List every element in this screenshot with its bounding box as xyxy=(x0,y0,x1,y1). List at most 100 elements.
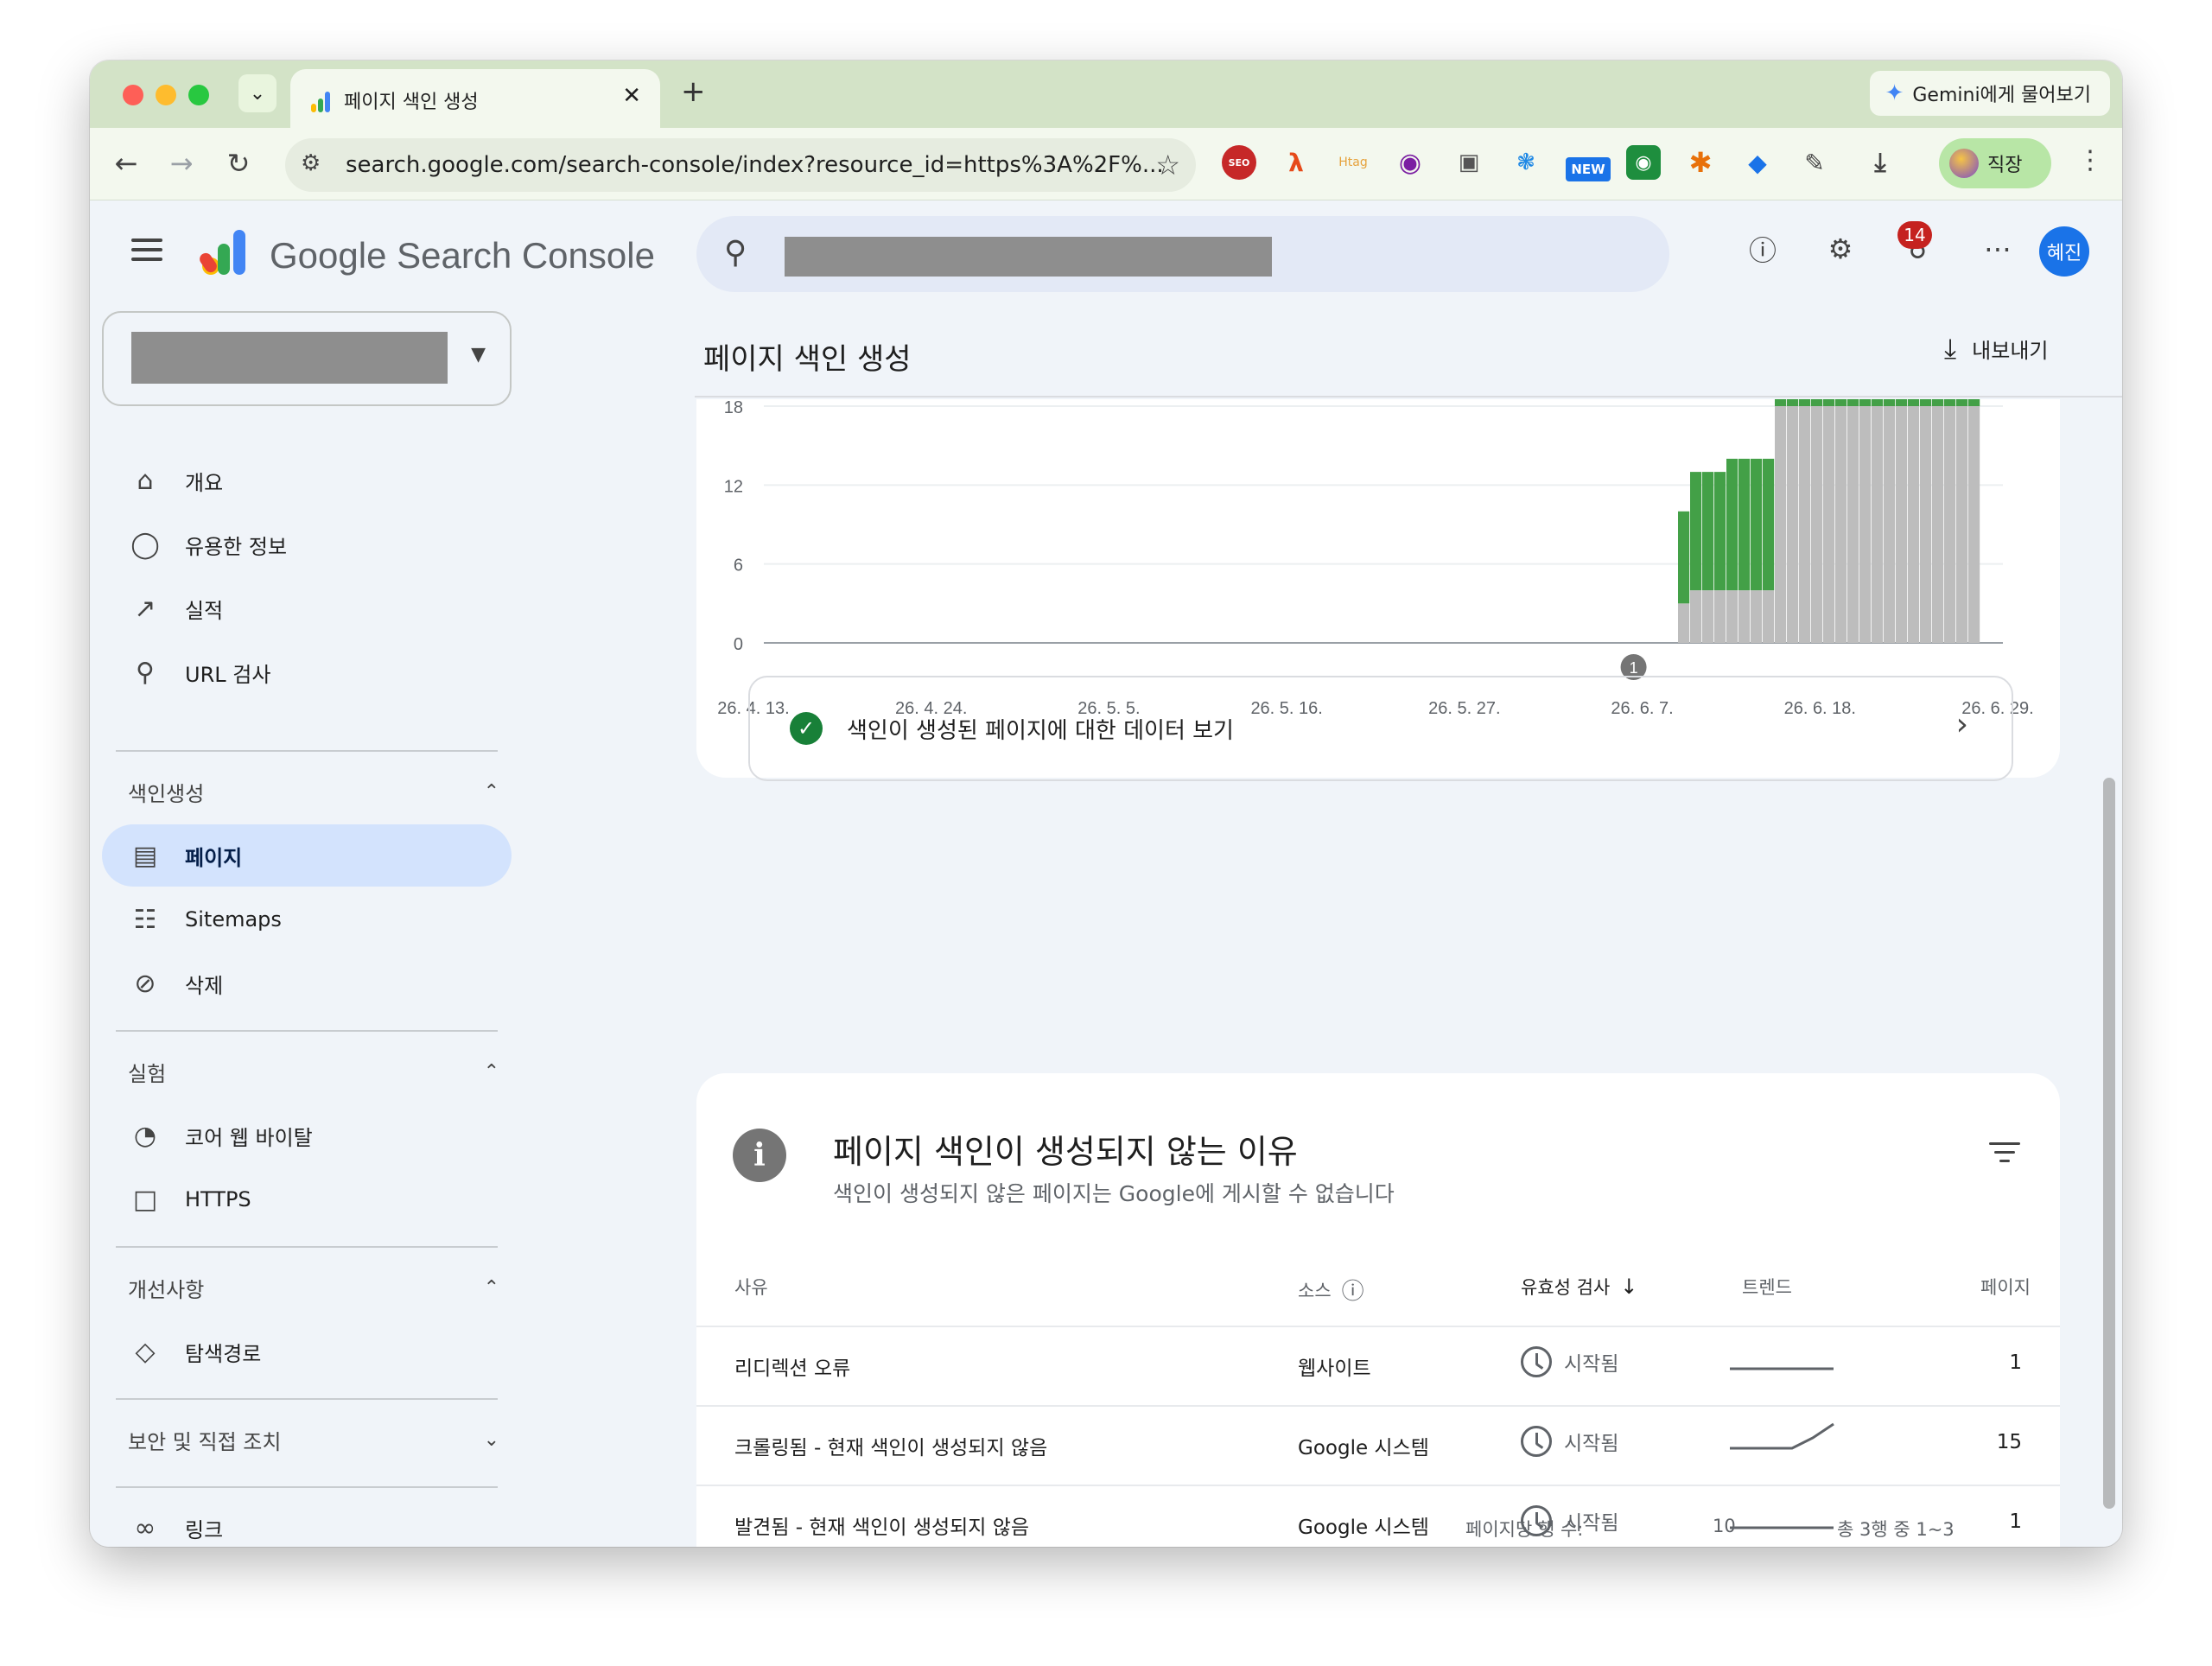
bookmark-star-icon[interactable]: ☆ xyxy=(1155,149,1180,181)
search-icon: ⚲ xyxy=(724,235,747,270)
htag-extension-icon[interactable]: Htag xyxy=(1336,145,1370,180)
bar-not-indexed xyxy=(1896,406,1908,643)
main-menu-icon[interactable] xyxy=(131,238,162,267)
minimize-window-button[interactable] xyxy=(156,85,176,105)
back-arrow-icon[interactable]: ← xyxy=(109,147,143,180)
tab-search-button[interactable]: ⌄ xyxy=(238,74,276,112)
lightbulb-icon: ◯ xyxy=(130,529,160,560)
table-row[interactable]: 크롤링됨 - 현재 색인이 생성되지 않음 Google 시스템 시작됨 15 xyxy=(696,1405,2060,1485)
bar-indexed xyxy=(1690,472,1702,591)
column-header-pages[interactable]: 페이지 xyxy=(1980,1274,2031,1300)
sidebar-item-overview[interactable]: ⌂ 개요 xyxy=(102,449,512,512)
url-text: search.google.com/search-console/index?r… xyxy=(346,152,1164,178)
site-info-icon[interactable]: ⚙ xyxy=(301,150,321,176)
table-row[interactable]: 리디렉션 오류 웹사이트 시작됨 1 xyxy=(696,1326,2060,1405)
document-icon: ▤ xyxy=(132,840,158,871)
help-circle-icon[interactable]: ⓘ xyxy=(1342,1274,1364,1306)
profile-button[interactable]: 직장 xyxy=(1939,138,2051,188)
screenshot-extension-icon[interactable]: ▣ xyxy=(1452,145,1486,180)
maximize-window-button[interactable] xyxy=(188,85,209,105)
inspect-url-search[interactable]: ⚲ xyxy=(696,216,1669,292)
extension-icon[interactable]: λ xyxy=(1279,145,1313,180)
bar-indexed xyxy=(1859,399,1872,406)
sidebar-item-sitemaps[interactable]: ☷ Sitemaps xyxy=(102,888,512,951)
y-tick-label: 6 xyxy=(734,556,743,575)
sidebar-item-performance[interactable]: ↗ 실적 xyxy=(102,577,512,639)
help-icon[interactable]: ⓘ xyxy=(1744,230,1782,268)
browser-toolbar: ← → ↻ ⚙ search.google.com/search-console… xyxy=(90,128,2122,200)
reasons-subtitle: 색인이 생성되지 않은 페이지는 Google에 게시할 수 없습니다 xyxy=(833,1181,1395,1206)
reason-cell: 발견됨 - 현재 색인이 생성되지 않음 xyxy=(734,1517,1030,1539)
property-selector[interactable]: ▼ xyxy=(102,311,512,406)
trend-sparkline xyxy=(1730,1422,1834,1450)
new-tab-button[interactable]: + xyxy=(681,74,706,109)
section-enhancements[interactable]: 개선사항 ⌃ xyxy=(128,1262,499,1313)
bar-indexed xyxy=(1763,458,1775,591)
bar-not-indexed xyxy=(1763,590,1775,643)
bar-indexed xyxy=(1956,399,1968,406)
filter-icon[interactable] xyxy=(1989,1142,2020,1168)
info-icon: i xyxy=(733,1129,786,1182)
annotation-label: 1 xyxy=(1630,659,1638,677)
close-window-button[interactable] xyxy=(123,85,143,105)
downloads-icon[interactable]: ⤓ xyxy=(1863,145,1897,180)
browser-window: ⌄ 페이지 색인 생성 ✕ + ✦ Gemini에게 물어보기 ← → ↻ ⚙ … xyxy=(90,60,2122,1547)
view-indexed-pages-link[interactable]: ✓ 색인이 생성된 페이지에 대한 데이터 보기 › xyxy=(748,676,2013,781)
chevron-right-icon: › xyxy=(1955,707,1968,742)
section-indexing[interactable]: 색인생성 ⌃ xyxy=(128,766,499,817)
bar-not-indexed xyxy=(1738,590,1751,643)
bar-indexed xyxy=(1920,399,1932,406)
user-avatar[interactable]: 혜진 xyxy=(2039,226,2089,277)
sitemap-icon: ☷ xyxy=(133,904,157,935)
bar-indexed xyxy=(1714,472,1726,591)
tag-extension-icon[interactable]: ◆ xyxy=(1740,145,1775,180)
browser-menu-icon[interactable]: ⋮ xyxy=(2077,145,2103,175)
section-security[interactable]: 보안 및 직접 조치 ⌄ xyxy=(128,1414,499,1466)
bar-not-indexed xyxy=(1714,590,1726,643)
sidebar-divider xyxy=(116,1398,498,1400)
close-tab-icon[interactable]: ✕ xyxy=(622,83,641,109)
column-header-source[interactable]: 소스 ⓘ xyxy=(1298,1274,1364,1306)
sidebar-item-links[interactable]: ∞ 링크 xyxy=(102,1497,512,1547)
trend-sparkline xyxy=(1730,1526,1834,1529)
sidebar-item-https[interactable]: □ HTTPS xyxy=(102,1168,512,1230)
sidebar-item-breadcrumbs[interactable]: ◇ 탐색경로 xyxy=(102,1320,512,1383)
rows-per-page-label: 페이지당 행 수: xyxy=(1465,1519,1584,1540)
pages-cell: 1 xyxy=(2009,1351,2022,1374)
export-label: 내보내기 xyxy=(1972,339,2049,363)
export-button[interactable]: ⤓ 내보내기 xyxy=(1944,332,2048,366)
bar-not-indexed xyxy=(1884,406,1896,643)
seo-extension-icon[interactable]: SEO xyxy=(1222,145,1256,180)
sort-down-arrow-icon: ↓ xyxy=(1620,1275,1638,1299)
eye-extension-icon[interactable]: ◉ xyxy=(1626,145,1661,180)
bug-extension-icon[interactable]: ❃ xyxy=(1509,145,1543,180)
extensions-puzzle-icon[interactable]: ✎ xyxy=(1797,145,1832,180)
reload-icon[interactable]: ↻ xyxy=(221,147,256,180)
browser-tab[interactable]: 페이지 색인 생성 ✕ xyxy=(290,69,660,128)
column-header-reason[interactable]: 사유 xyxy=(734,1274,768,1300)
column-header-validation[interactable]: 유효성 검사 ↓ xyxy=(1521,1274,1637,1300)
sidebar-item-removals[interactable]: ⊘ 삭제 xyxy=(102,952,512,1014)
column-label: 사유 xyxy=(734,1277,768,1298)
sidebar-item-label: HTTPS xyxy=(185,1187,251,1211)
sidebar-item-insights[interactable]: ◯ 유용한 정보 xyxy=(102,513,512,575)
bar-not-indexed xyxy=(1799,406,1811,643)
forward-arrow-icon[interactable]: → xyxy=(164,147,199,180)
apps-grid-icon[interactable]: ⋯ xyxy=(1979,230,2017,268)
rows-per-page-select[interactable]: 10 xyxy=(1713,1516,1736,1536)
sidebar-item-pages[interactable]: ▤ 페이지 xyxy=(102,824,512,887)
page-scrollbar[interactable] xyxy=(2103,778,2115,1509)
validation-cell: 시작됨 xyxy=(1521,1426,1618,1457)
bar-indexed xyxy=(1823,399,1835,406)
account-settings-icon[interactable]: ⚙ xyxy=(1821,230,1859,268)
color-picker-extension-icon[interactable]: ◉ xyxy=(1393,145,1427,180)
address-bar[interactable]: ⚙ search.google.com/search-console/index… xyxy=(285,138,1196,192)
new-badge-extension-icon[interactable]: NEW xyxy=(1566,157,1611,181)
tab-title: 페이지 색인 생성 xyxy=(344,92,479,113)
sidebar-item-url-inspection[interactable]: ⚲ URL 검사 xyxy=(102,641,512,703)
section-experience[interactable]: 실험 ⌃ xyxy=(128,1046,499,1097)
sidebar-item-core-web-vitals[interactable]: ◔ 코어 웹 바이탈 xyxy=(102,1104,512,1167)
gemini-button[interactable]: ✦ Gemini에게 물어보기 xyxy=(1869,71,2110,116)
sparkle-extension-icon[interactable]: ✱ xyxy=(1683,145,1718,180)
trend-sparkline xyxy=(1730,1367,1834,1370)
